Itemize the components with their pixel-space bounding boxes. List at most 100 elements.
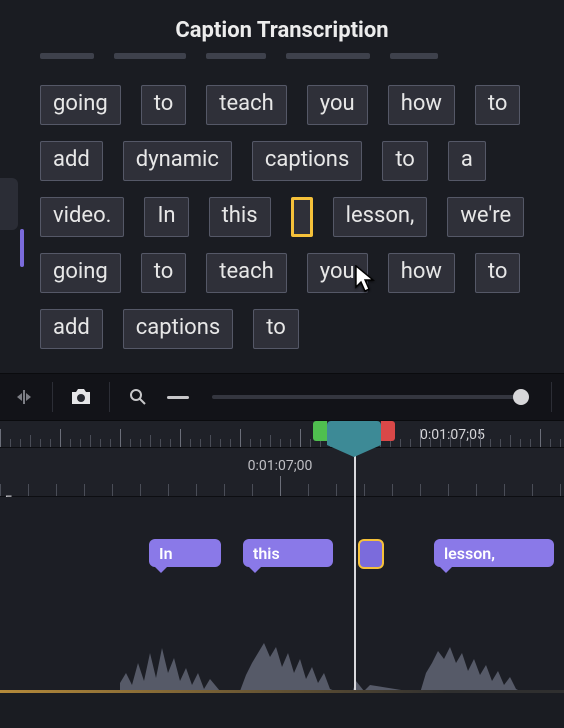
ruler-tick	[260, 439, 261, 447]
ruler-tick	[60, 429, 61, 447]
ruler-tick	[400, 439, 401, 447]
ruler-tick	[430, 439, 431, 447]
ruler-tick	[160, 439, 161, 447]
caption-panel: Caption Transcription goingtoteachyouhow…	[0, 0, 564, 373]
timeline-ruler-top[interactable]: 0:01:07;05	[0, 421, 564, 448]
caption-word[interactable]: to	[475, 253, 521, 293]
ruler-tick	[110, 439, 111, 447]
ruler-tick	[520, 439, 521, 447]
caption-word[interactable]: you	[307, 253, 368, 293]
ruler-tick	[50, 439, 51, 447]
center-playhead-icon[interactable]	[8, 382, 40, 412]
playhead-line[interactable]	[354, 421, 356, 693]
ruler-tick	[510, 435, 511, 447]
ruler-tick	[140, 439, 141, 447]
scroll-overflow-hint	[40, 53, 532, 59]
side-tab-handle[interactable]	[0, 178, 18, 230]
ruler-tick	[170, 439, 171, 447]
ruler-tick	[530, 439, 531, 447]
ruler-tick	[10, 439, 11, 447]
ruler-tick	[410, 439, 411, 447]
ruler-tick	[560, 484, 561, 496]
caption-clip[interactable]: In	[149, 539, 221, 567]
caption-word[interactable]: you	[307, 85, 368, 125]
ruler-tick	[310, 439, 311, 447]
caption-clip[interactable]: this	[243, 539, 333, 567]
caption-word[interactable]: going	[40, 85, 121, 125]
ruler-tick	[140, 484, 141, 496]
ruler-tick	[80, 439, 81, 447]
caption-word[interactable]: captions	[252, 141, 362, 181]
caption-word[interactable]: we're	[447, 197, 524, 237]
caption-word[interactable]: a	[448, 141, 486, 181]
ruler-tick	[450, 435, 451, 447]
caption-clip[interactable]: lesson,	[434, 539, 554, 567]
ruler-tick	[308, 484, 309, 496]
side-accent	[20, 229, 24, 267]
caption-word[interactable]: add	[40, 309, 103, 349]
timeline[interactable]: 0:01:07;05 5 0:01:07;00 Inthis lesson,	[0, 421, 564, 693]
ruler-tick	[56, 484, 57, 496]
ruler-tick	[84, 484, 85, 496]
ruler-tick	[270, 435, 271, 447]
caption-word[interactable]: to	[382, 141, 428, 181]
ruler-tick	[490, 439, 491, 447]
caption-word[interactable]: this	[209, 197, 271, 237]
mark-in-icon[interactable]	[313, 421, 327, 441]
timeline-ruler-bottom[interactable]: 5 0:01:07;00	[0, 448, 564, 497]
ruler-tick	[290, 439, 291, 447]
caption-word[interactable]: to	[475, 85, 521, 125]
ruler-timecode: 0:01:07;00	[248, 458, 313, 474]
ruler-tick	[150, 435, 151, 447]
ruler-tick	[560, 439, 561, 447]
ruler-tick	[180, 429, 181, 447]
caption-word[interactable]: add	[40, 141, 103, 181]
caption-clip-track[interactable]: Inthis lesson,	[0, 539, 564, 569]
mark-out-icon[interactable]	[381, 421, 395, 441]
ruler-tick	[504, 484, 505, 496]
ruler-tick	[532, 484, 533, 496]
ruler-tick	[460, 439, 461, 447]
playhead-marker[interactable]	[327, 421, 381, 445]
ruler-tick	[448, 484, 449, 496]
caption-word[interactable]: In	[144, 197, 188, 237]
ruler-tick	[470, 439, 471, 447]
ruler-tick	[420, 429, 421, 447]
ruler-tick	[120, 429, 121, 447]
ruler-tick	[336, 484, 337, 496]
ruler-tick	[210, 435, 211, 447]
ruler-tick	[112, 484, 113, 496]
zoom-slider[interactable]	[212, 395, 529, 399]
ruler-tick	[420, 484, 421, 496]
caption-word-selected[interactable]	[291, 197, 313, 237]
ruler-tick	[190, 439, 191, 447]
caption-word[interactable]: video.	[40, 197, 124, 237]
audio-waveform-track[interactable]	[0, 623, 564, 693]
timeline-tracks[interactable]: Inthis lesson,	[0, 497, 564, 693]
search-icon[interactable]	[122, 382, 154, 412]
caption-clip-selected[interactable]	[358, 539, 384, 569]
caption-word[interactable]: lesson,	[333, 197, 428, 237]
ruler-tick	[280, 439, 281, 447]
ruler-tick	[364, 484, 365, 496]
ruler-tick	[28, 484, 29, 496]
caption-word[interactable]: to	[253, 309, 299, 349]
caption-word[interactable]: going	[40, 253, 121, 293]
ruler-tick	[540, 429, 541, 447]
ruler-tick	[130, 439, 131, 447]
snapshot-icon[interactable]	[65, 382, 97, 412]
caption-word[interactable]: to	[141, 85, 187, 125]
caption-word[interactable]: teach	[206, 253, 286, 293]
caption-word[interactable]: how	[388, 85, 455, 125]
zoom-out-button[interactable]	[162, 382, 194, 412]
timeline-toolbar	[0, 373, 564, 421]
zoom-slider-thumb[interactable]	[513, 389, 529, 405]
caption-word[interactable]: to	[141, 253, 187, 293]
caption-word[interactable]: how	[388, 253, 455, 293]
ruler-tick	[250, 439, 251, 447]
caption-word[interactable]: teach	[206, 85, 286, 125]
caption-word[interactable]: captions	[123, 309, 233, 349]
caption-word[interactable]: dynamic	[123, 141, 232, 181]
panel-title: Caption Transcription	[0, 0, 564, 53]
ruler-tick	[230, 439, 231, 447]
